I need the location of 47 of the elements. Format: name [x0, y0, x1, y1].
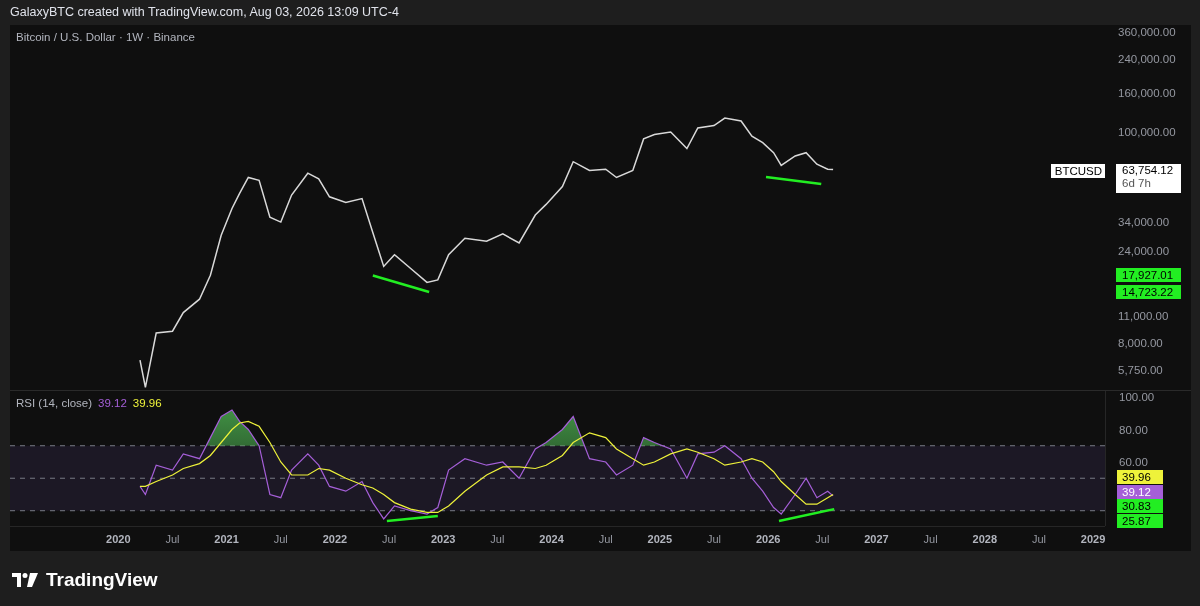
- countdown-text: 6d 7h: [1122, 176, 1152, 190]
- axis-label: Jul: [815, 533, 830, 545]
- axis-label: 24,000.00: [1118, 244, 1170, 259]
- logo-icon: [12, 572, 38, 588]
- value-label: 39.12: [1117, 484, 1163, 499]
- axis-label: 2028: [972, 533, 997, 545]
- axis-label: 60.00: [1119, 455, 1148, 469]
- axis-label: 2024: [539, 533, 564, 545]
- axis-label: Jul: [1031, 533, 1046, 545]
- axis-label: 34,000.00: [1118, 215, 1170, 230]
- attribution-text: GalaxyBTC created with TradingView.com, Aug 03, 2026 13:09 UTC-4: [9, 4, 400, 21]
- axis-label: 2025: [647, 533, 673, 545]
- value-label: 30.83: [1117, 499, 1163, 513]
- axis-label: 2020: [106, 533, 131, 545]
- axis-label: Jul: [706, 533, 722, 545]
- axis-label: 2023: [431, 533, 456, 545]
- indicator-legend: RSI (14, close): [16, 397, 93, 409]
- symbol-legend: Bitcoin / U.S. Dollar · 1W · Binance: [16, 31, 195, 43]
- axis-label: 360,000.00: [1118, 25, 1176, 39]
- symbol-tag: BTCUSD: [1050, 163, 1105, 178]
- axis-label: 8,000.00: [1118, 335, 1163, 350]
- axis-label: 2026: [755, 533, 781, 545]
- axis-label: 5,750.00: [1118, 363, 1163, 378]
- axis-label: Jul: [923, 533, 938, 545]
- ma-value: 39.96: [132, 397, 162, 409]
- axis-label: 160,000.00: [1118, 85, 1176, 100]
- price-value: 63,754.12: [1122, 163, 1175, 177]
- axis-label: 2027: [864, 533, 889, 545]
- axis-label: Jul: [165, 533, 180, 545]
- axis-label: 11,000.00: [1118, 309, 1169, 324]
- value-label: 39.96: [1117, 470, 1163, 484]
- axis-label: 2029: [1080, 533, 1106, 545]
- value-label: 25.87: [1117, 513, 1163, 528]
- rsi-value: 39.12: [98, 397, 127, 409]
- axis-label: Jul: [273, 533, 288, 545]
- axis-label: Jul: [598, 533, 613, 545]
- axis-label: Jul: [490, 533, 505, 545]
- axis-label: 100.00: [1119, 390, 1155, 404]
- axis-label: 100,000.00: [1118, 124, 1176, 139]
- axis-label: 2022: [322, 533, 348, 545]
- axis-label: Jul: [382, 533, 397, 545]
- axis-label: 240,000.00: [1118, 51, 1176, 66]
- axis-label: 2021: [214, 533, 239, 545]
- axis-label: 80.00: [1119, 422, 1148, 437]
- brand-name: TradingView: [46, 569, 158, 591]
- price-label: 17,927.01: [1116, 268, 1181, 283]
- price-label: 14,723.22: [1116, 284, 1181, 299]
